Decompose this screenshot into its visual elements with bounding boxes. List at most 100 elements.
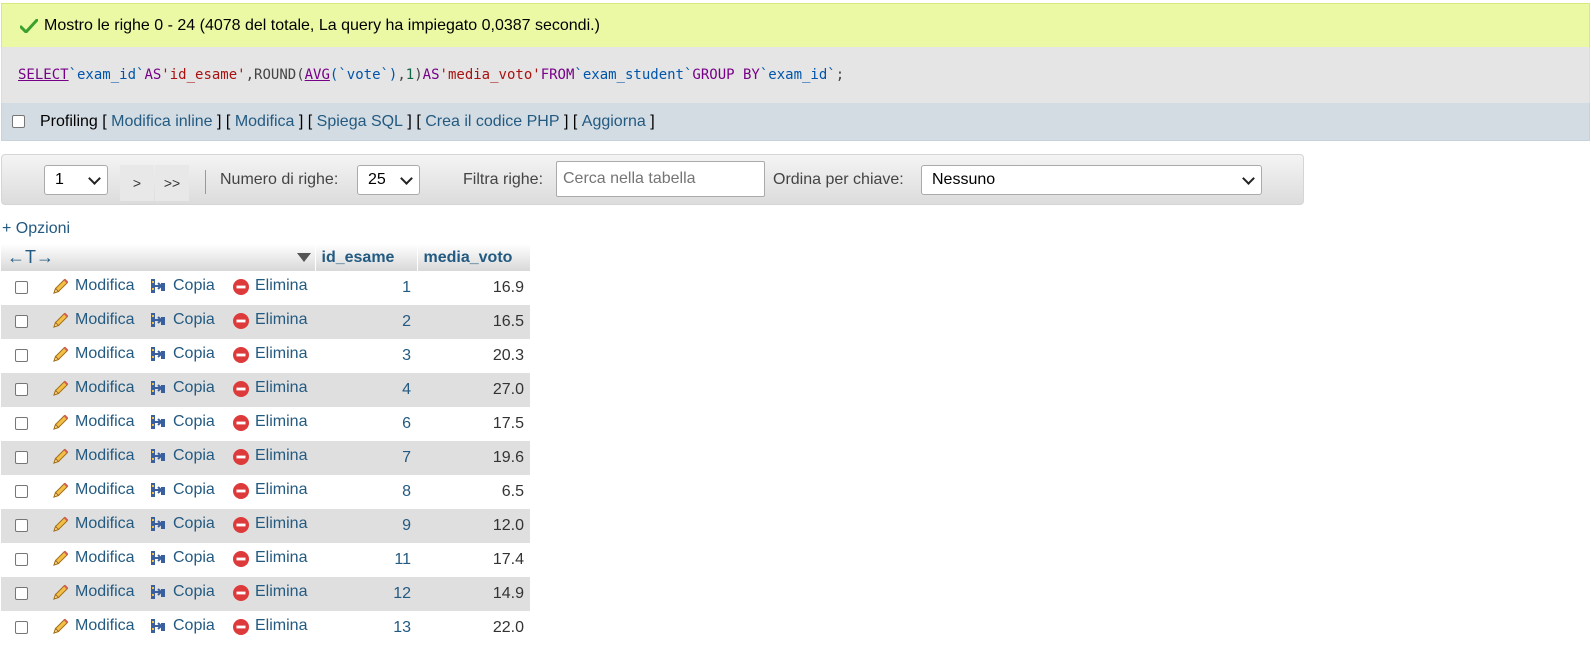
delete-row-link[interactable]: Elimina xyxy=(231,378,307,398)
column-header-media-voto[interactable]: media_voto xyxy=(417,244,531,271)
crea-php-link[interactable]: Crea il codice PHP xyxy=(425,113,559,131)
copy-row-link[interactable]: Copia xyxy=(149,276,215,296)
row-checkbox[interactable] xyxy=(14,553,28,567)
media-voto-cell[interactable]: 14.9 xyxy=(417,577,530,611)
id-esame-cell[interactable]: 3 xyxy=(315,339,417,373)
copy-row-link[interactable]: Copia xyxy=(149,412,215,432)
column-header-id-esame[interactable]: id_esame xyxy=(315,244,418,271)
delete-row-link[interactable]: Elimina xyxy=(231,480,307,500)
edit-row-link[interactable]: Modifica xyxy=(51,548,135,568)
row-checkbox[interactable] xyxy=(14,485,28,499)
id-esame-cell[interactable]: 12 xyxy=(315,577,417,611)
modifica-inline-link[interactable]: Modifica inline xyxy=(111,113,212,131)
edit-row-link[interactable]: Modifica xyxy=(51,276,135,296)
sort-label: Ordina per chiave: xyxy=(773,171,904,188)
row-checkbox[interactable] xyxy=(14,451,28,465)
copy-row-link[interactable]: Copia xyxy=(149,310,215,330)
rows-select[interactable]: 25 xyxy=(357,165,420,195)
copy-row-link[interactable]: Copia xyxy=(149,582,215,602)
sql-query: SELECT `exam_id` AS 'id_esame', ROUND(AV… xyxy=(1,47,1590,103)
media-voto-cell[interactable]: 22.0 xyxy=(417,611,530,645)
page-select[interactable]: 1 xyxy=(44,165,108,195)
id-esame-cell[interactable]: 1 xyxy=(315,271,417,305)
copy-row-link[interactable]: Copia xyxy=(149,616,215,636)
modifica-link[interactable]: Modifica xyxy=(235,113,295,131)
delete-cell: Elimina xyxy=(231,373,315,407)
edit-row-link[interactable]: Modifica xyxy=(51,514,135,534)
copy-label: Copia xyxy=(173,276,215,294)
row-checkbox[interactable] xyxy=(14,383,28,397)
edit-row-link[interactable]: Modifica xyxy=(51,412,135,432)
row-checkbox[interactable] xyxy=(14,417,28,431)
edit-row-link[interactable]: Modifica xyxy=(51,582,135,602)
media-voto-cell[interactable]: 17.4 xyxy=(417,543,530,577)
sql-avg-link[interactable]: AVG xyxy=(305,67,330,83)
copy-row-link[interactable]: Copia xyxy=(149,514,215,534)
edit-row-link[interactable]: Modifica xyxy=(51,344,135,364)
media-voto-cell[interactable]: 6.5 xyxy=(417,475,530,509)
copy-row-link[interactable]: Copia xyxy=(149,378,215,398)
id-esame-cell[interactable]: 8 xyxy=(315,475,417,509)
copy-icon xyxy=(151,584,165,599)
copy-row-link[interactable]: Copia xyxy=(149,480,215,500)
spiega-sql-link[interactable]: Spiega SQL xyxy=(317,113,403,131)
row-checkbox[interactable] xyxy=(14,587,28,601)
edit-row-link[interactable]: Modifica xyxy=(51,616,135,636)
delete-row-link[interactable]: Elimina xyxy=(231,582,307,602)
delete-row-link[interactable]: Elimina xyxy=(231,276,307,296)
id-esame-cell[interactable]: 11 xyxy=(315,543,417,577)
delete-label: Elimina xyxy=(255,616,308,634)
row-checkbox[interactable] xyxy=(14,315,28,329)
sort-dropdown-icon[interactable] xyxy=(296,253,311,262)
row-checkbox[interactable] xyxy=(14,281,28,295)
delete-row-link[interactable]: Elimina xyxy=(231,548,307,568)
media-voto-cell[interactable]: 20.3 xyxy=(417,339,530,373)
id-esame-cell[interactable]: 4 xyxy=(315,373,417,407)
edit-label: Modifica xyxy=(75,412,135,430)
sql-token: `exam_id` xyxy=(759,67,836,83)
next-page-button[interactable]: > xyxy=(120,165,154,201)
copy-label: Copia xyxy=(173,616,215,634)
delete-row-link[interactable]: Elimina xyxy=(231,446,307,466)
aggiorna-link[interactable]: Aggiorna xyxy=(582,113,646,131)
filter-rows-input[interactable]: Cerca nella tabella xyxy=(556,161,765,197)
id-esame-cell[interactable]: 2 xyxy=(315,305,417,339)
row-checkbox[interactable] xyxy=(14,621,28,635)
last-page-button[interactable]: >> xyxy=(155,165,189,201)
copy-cell: Copia xyxy=(149,577,231,611)
copy-row-link[interactable]: Copia xyxy=(149,344,215,364)
id-esame-cell[interactable]: 13 xyxy=(315,611,417,645)
delete-icon xyxy=(233,380,249,397)
id-esame-cell[interactable]: 7 xyxy=(315,441,417,475)
sql-select[interactable]: SELECT xyxy=(18,67,69,83)
delete-row-link[interactable]: Elimina xyxy=(231,310,307,330)
delete-row-link[interactable]: Elimina xyxy=(231,412,307,432)
bracket: [ xyxy=(572,112,578,130)
media-voto-cell[interactable]: 12.0 xyxy=(417,509,530,543)
edit-row-link[interactable]: Modifica xyxy=(51,310,135,330)
edit-label: Modifica xyxy=(75,514,135,532)
copy-row-link[interactable]: Copia xyxy=(149,446,215,466)
edit-cell: Modifica xyxy=(43,339,149,373)
edit-row-link[interactable]: Modifica xyxy=(51,446,135,466)
media-voto-cell[interactable]: 16.9 xyxy=(417,271,530,305)
delete-row-link[interactable]: Elimina xyxy=(231,344,307,364)
media-voto-cell[interactable]: 17.5 xyxy=(417,407,530,441)
profiling-checkbox[interactable] xyxy=(12,115,25,128)
id-esame-cell[interactable]: 9 xyxy=(315,509,417,543)
options-link[interactable]: + Opzioni xyxy=(2,220,70,238)
media-voto-cell[interactable]: 19.6 xyxy=(417,441,530,475)
id-esame-cell[interactable]: 6 xyxy=(315,407,417,441)
sort-key-select[interactable]: Nessuno xyxy=(921,165,1262,195)
row-checkbox[interactable] xyxy=(14,519,28,533)
row-checkbox[interactable] xyxy=(14,349,28,363)
edit-row-link[interactable]: Modifica xyxy=(51,480,135,500)
media-voto-cell[interactable]: 27.0 xyxy=(417,373,530,407)
delete-row-link[interactable]: Elimina xyxy=(231,514,307,534)
edit-row-link[interactable]: Modifica xyxy=(51,378,135,398)
media-voto-cell[interactable]: 16.5 xyxy=(417,305,530,339)
delete-row-link[interactable]: Elimina xyxy=(231,616,307,636)
delete-icon xyxy=(233,482,249,499)
column-arrows-icon[interactable]: ←T→ xyxy=(7,247,54,267)
copy-row-link[interactable]: Copia xyxy=(149,548,215,568)
